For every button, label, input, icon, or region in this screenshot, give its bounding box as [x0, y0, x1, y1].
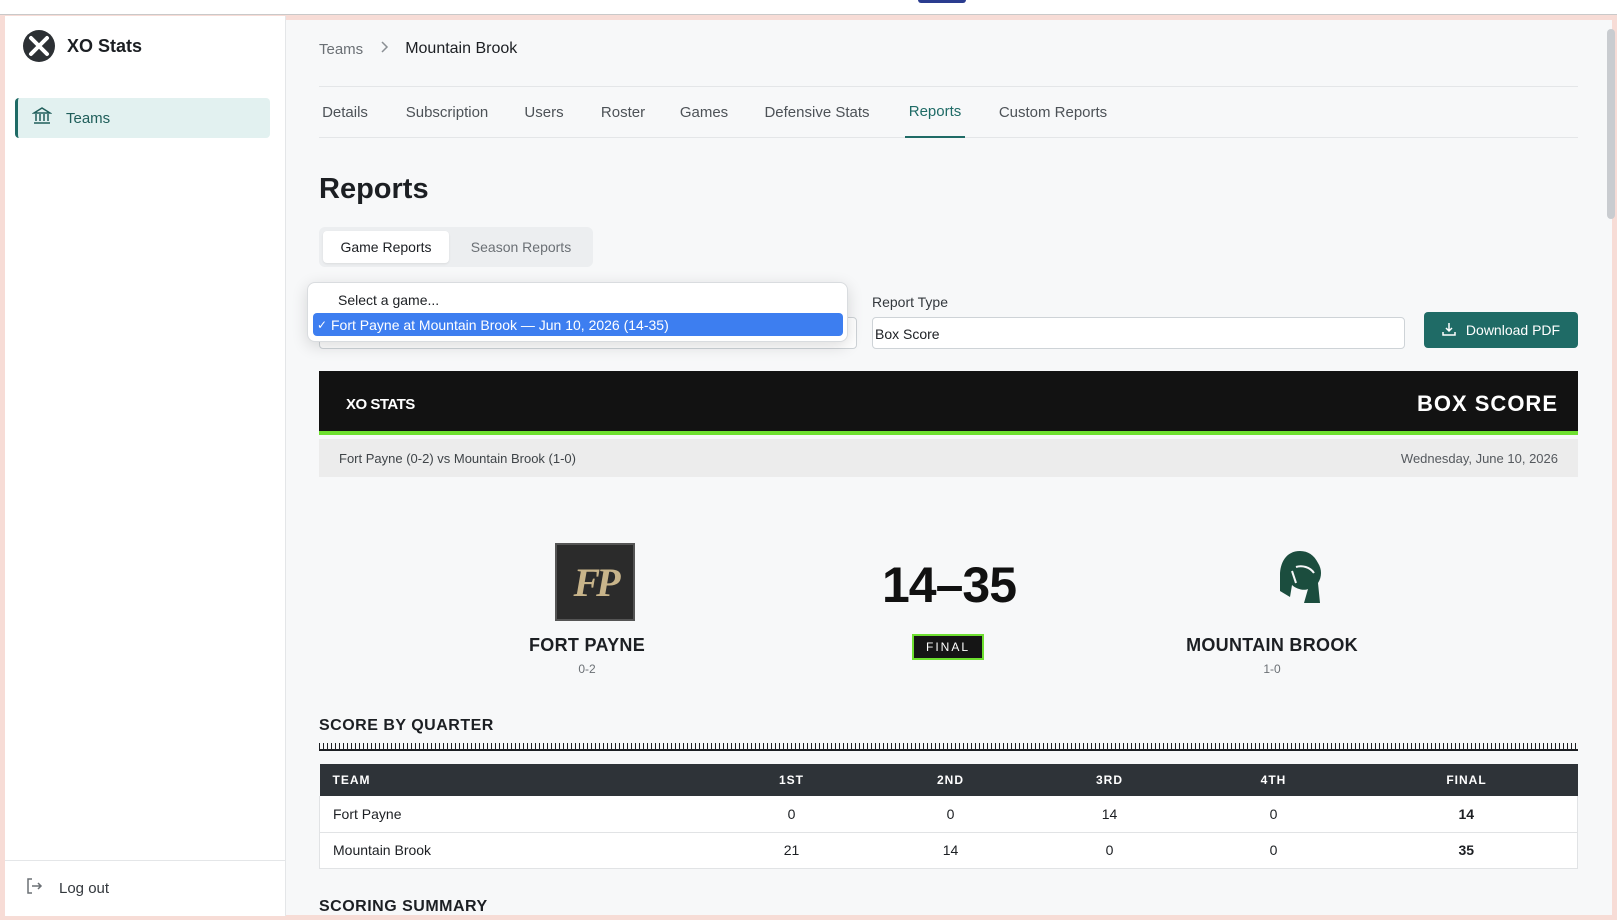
- score-by-quarter-title: SCORE BY QUARTER: [319, 717, 494, 734]
- report-type-select[interactable]: Box Score: [872, 317, 1405, 349]
- tab-games[interactable]: Games: [679, 86, 729, 138]
- table-header-row: TEAM 1ST 2ND 3RD 4TH FINAL: [319, 764, 1578, 796]
- xo-logo-icon: [23, 30, 55, 62]
- tab-reports[interactable]: Reports: [905, 86, 965, 138]
- tab-roster[interactable]: Roster: [598, 86, 648, 138]
- report-type-label: Report Type: [872, 294, 949, 310]
- download-icon: [1442, 322, 1456, 339]
- quarter-cell: 21: [709, 832, 874, 869]
- tab-users[interactable]: Users: [522, 86, 566, 138]
- game-select-dropdown: Select a game... ✓ Fort Payne at Mountai…: [307, 282, 848, 342]
- column-header: 4TH: [1191, 764, 1356, 796]
- quarter-cell: 0: [1191, 832, 1356, 869]
- window-top-indicator: [918, 0, 966, 3]
- scoring-summary-title: SCORING SUMMARY: [319, 898, 488, 915]
- quarter-cell: 0: [709, 796, 874, 833]
- building-columns-icon: [31, 106, 53, 131]
- team-cell: Fort Payne: [319, 796, 710, 833]
- quarter-cell: 14: [873, 832, 1028, 869]
- logout-icon: [25, 877, 43, 900]
- column-header: FINAL: [1355, 764, 1578, 796]
- page-scrollbar[interactable]: [1607, 29, 1615, 219]
- column-header: 2ND: [873, 764, 1028, 796]
- column-header: 3RD: [1027, 764, 1192, 796]
- tab-subscription[interactable]: Subscription: [401, 86, 493, 138]
- game-option-selected[interactable]: ✓ Fort Payne at Mountain Brook — Jun 10,…: [313, 313, 843, 336]
- quarter-cell: 0: [873, 796, 1028, 833]
- box-score-report: XO STATS BOX SCORE Fort Payne (0-2) vs M…: [319, 371, 1578, 920]
- matchup-text: Fort Payne (0-2) vs Mountain Brook (1-0): [339, 451, 576, 466]
- column-header: 1ST: [709, 764, 874, 796]
- game-reports-tab[interactable]: Game Reports: [323, 231, 449, 263]
- away-team: FORT PAYNE 0-2: [487, 635, 687, 676]
- game-option-placeholder[interactable]: Select a game...: [313, 288, 843, 311]
- chevron-right-icon: [379, 40, 389, 58]
- breadcrumb: Teams Mountain Brook: [319, 40, 517, 58]
- home-team: MOUNTAIN BROOK 1-0: [1172, 635, 1372, 676]
- table-row: Mountain Brook 21 14 0 0 35: [319, 832, 1578, 869]
- away-team-record: 0-2: [578, 662, 596, 676]
- sidebar-item-teams[interactable]: Teams: [15, 98, 270, 138]
- table-row: Fort Payne 0 0 14 0 14: [319, 796, 1578, 833]
- sidebar: XO Stats Teams Log out: [5, 16, 286, 916]
- season-reports-tab[interactable]: Season Reports: [455, 231, 587, 263]
- brand[interactable]: XO Stats: [23, 30, 142, 62]
- report-header: XO STATS BOX SCORE: [319, 371, 1578, 435]
- column-header: TEAM: [319, 764, 710, 796]
- quarter-cell: 0: [1191, 796, 1356, 833]
- tab-bar: Details Subscription Users Roster Games …: [319, 86, 1578, 138]
- game-option-label: Fort Payne at Mountain Brook — Jun 10, 2…: [331, 316, 669, 333]
- matchup-bar: Fort Payne (0-2) vs Mountain Brook (1-0)…: [319, 439, 1578, 477]
- app-name: XO Stats: [67, 35, 143, 56]
- app-window: XO Stats Teams Log out Teams Mountain Br…: [0, 14, 1617, 920]
- quarter-cell: 14: [1027, 796, 1192, 833]
- breadcrumb-teams-link[interactable]: Teams: [319, 41, 363, 58]
- game-date: Wednesday, June 10, 2026: [1400, 451, 1558, 466]
- report-brand: XO STATS: [346, 396, 415, 413]
- final-cell: 14: [1355, 796, 1578, 833]
- final-score: 14–35: [881, 557, 1017, 613]
- tab-custom-reports[interactable]: Custom Reports: [995, 86, 1111, 138]
- report-scope-toggle: Game Reports Season Reports: [319, 227, 593, 267]
- report-title: BOX SCORE: [1416, 391, 1558, 416]
- spartan-helmet-icon: [1274, 547, 1326, 607]
- section-rule: [319, 743, 1578, 751]
- home-team-name: MOUNTAIN BROOK: [1186, 635, 1358, 655]
- quarter-cell: 0: [1027, 832, 1192, 869]
- page-title: Reports: [319, 173, 429, 205]
- tab-defensive-stats[interactable]: Defensive Stats: [760, 86, 874, 138]
- final-cell: 35: [1355, 832, 1578, 869]
- score-by-quarter-table: TEAM 1ST 2ND 3RD 4TH FINAL Fort Payne 0 …: [319, 764, 1578, 869]
- home-team-record: 1-0: [1263, 662, 1281, 676]
- logout-button[interactable]: Log out: [5, 860, 286, 916]
- sidebar-item-label: Teams: [66, 109, 111, 127]
- status-badge: FINAL: [912, 634, 984, 660]
- logout-label: Log out: [59, 880, 110, 897]
- tab-details[interactable]: Details: [319, 86, 371, 138]
- download-pdf-label: Download PDF: [1465, 322, 1561, 338]
- checkmark-icon: ✓: [317, 317, 328, 332]
- fort-payne-logo: FP: [555, 543, 635, 621]
- fort-payne-logo-text: FP: [573, 559, 620, 605]
- away-team-name: FORT PAYNE: [528, 635, 646, 655]
- breadcrumb-current: Mountain Brook: [405, 40, 518, 57]
- download-pdf-button[interactable]: Download PDF: [1424, 312, 1578, 348]
- team-cell: Mountain Brook: [319, 832, 710, 869]
